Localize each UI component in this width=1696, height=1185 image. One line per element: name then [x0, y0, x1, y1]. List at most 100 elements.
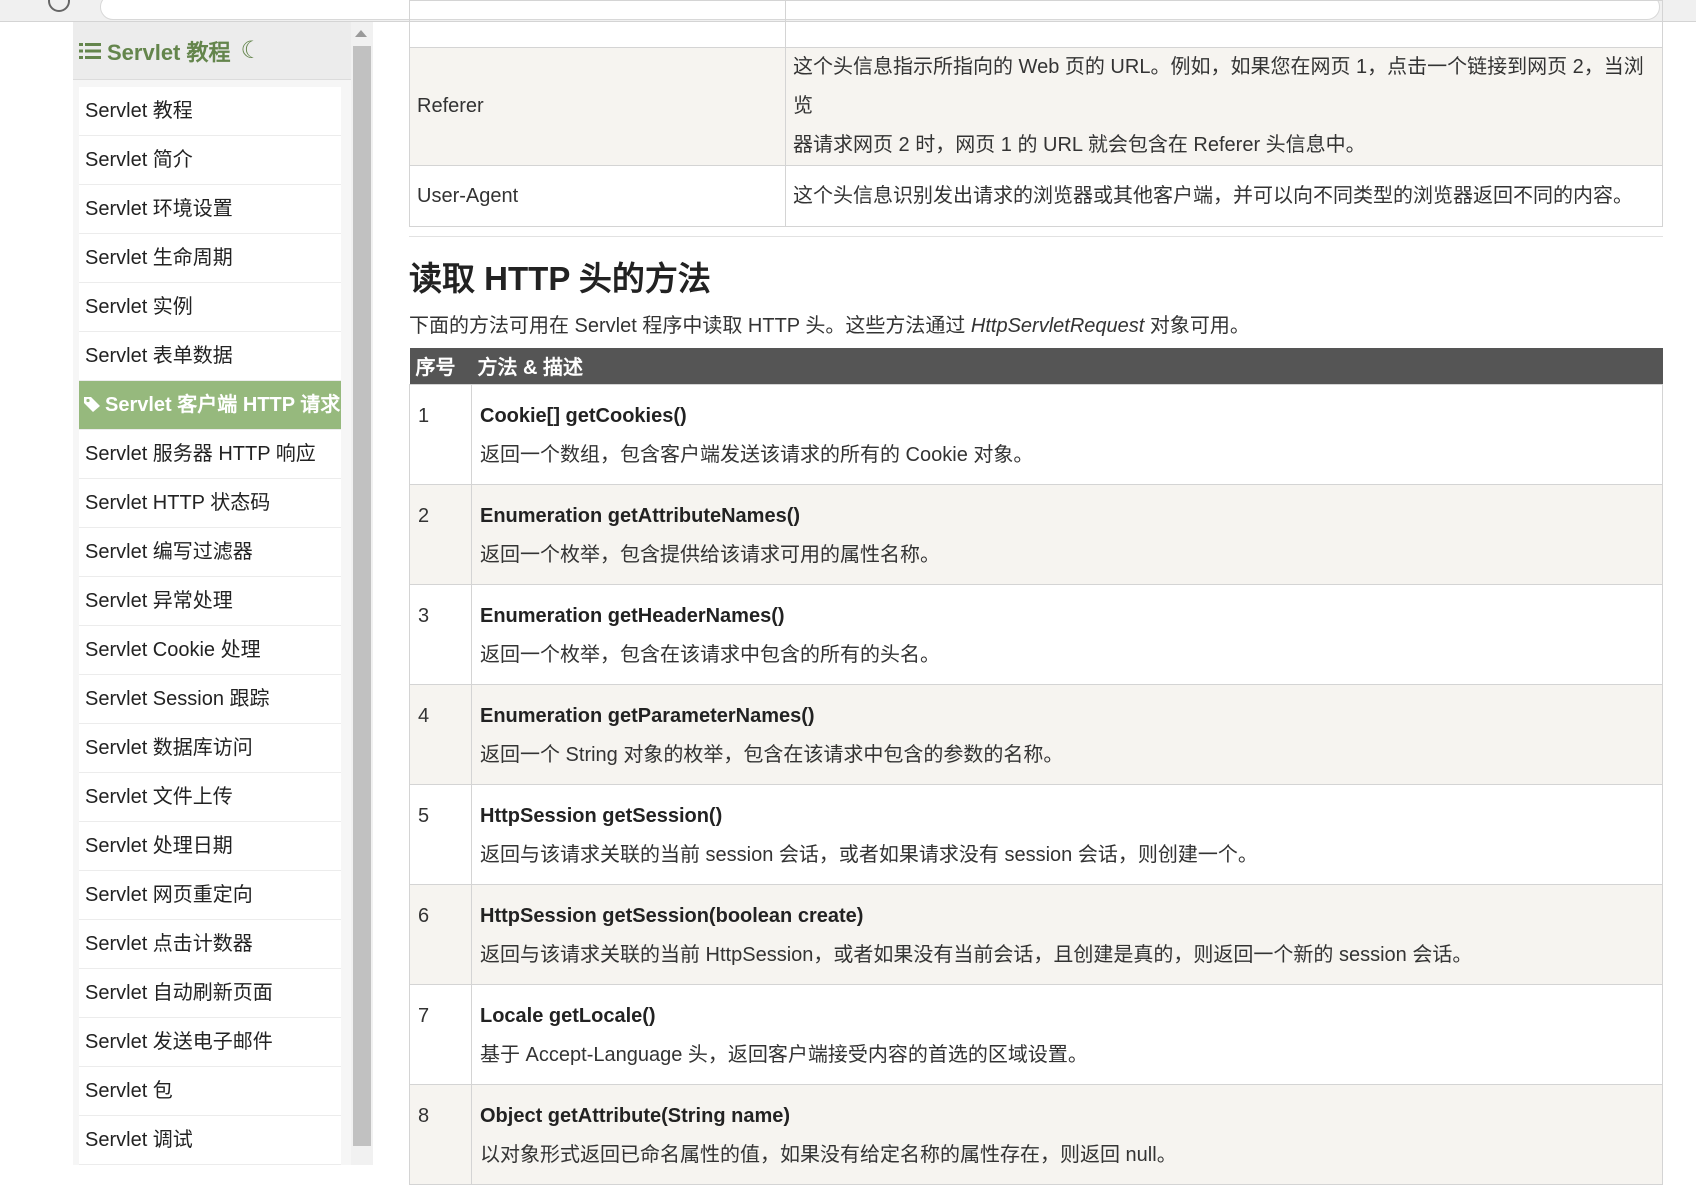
- methods-table: 序号 方法 & 描述 1 Cookie[] getCookies() 返回一个数组，…: [409, 348, 1663, 1185]
- sidebar-item-label: Servlet 表单数据: [85, 345, 233, 367]
- method-number: 5: [409, 783, 472, 885]
- method-cell: Enumeration getHeaderNames() 返回一个枚举，包含在该请…: [471, 583, 1663, 685]
- method-number: 4: [409, 683, 472, 785]
- sidebar-item[interactable]: Servlet 实例: [79, 283, 341, 332]
- method-number: 6: [409, 883, 472, 985]
- method-cell: Enumeration getParameterNames() 返回一个 Stri…: [471, 683, 1663, 785]
- sidebar-item[interactable]: Servlet 生命周期: [79, 234, 341, 283]
- intro-class-name: HttpServletRequest: [970, 315, 1145, 337]
- sidebar-item-label: Servlet 客户端 HTTP 请求: [105, 394, 341, 416]
- method-name: Enumeration getAttributeNames(): [480, 504, 801, 527]
- sidebar-item-label: Servlet 文件上传: [85, 786, 233, 808]
- header-desc: 这个头信息识别发出请求的浏览器或其他客户端，并可以向不同类型的浏览器返回不同的内…: [785, 165, 1663, 227]
- sidebar-item-label: Servlet 编写过滤器: [85, 541, 253, 563]
- method-name: HttpSession getSession(): [480, 804, 723, 827]
- table-row: [409, 0, 1663, 48]
- sidebar-header: Servlet 教程 ☾: [73, 22, 351, 80]
- method-cell: HttpSession getSession(boolean create) 返回…: [471, 883, 1663, 985]
- intro-text: 下面的方法可用在 Servlet 程序中读取 HTTP 头。这些方法通过: [409, 315, 971, 337]
- sidebar-item-label: Servlet HTTP 状态码: [85, 492, 271, 514]
- sidebar-item[interactable]: Servlet Cookie 处理: [79, 626, 341, 675]
- scroll-up-arrow-icon[interactable]: [355, 30, 367, 37]
- sidebar-item-label: Servlet 数据库访问: [85, 737, 253, 759]
- sidebar-item[interactable]: Servlet 数据库访问: [79, 724, 341, 773]
- sidebar-item-label: Servlet Session 跟踪: [85, 688, 270, 710]
- method-number: 1: [409, 383, 472, 485]
- sidebar-item-label: Servlet 调试: [85, 1129, 193, 1151]
- sidebar-item[interactable]: Servlet 调试: [79, 1116, 341, 1165]
- column-header-method: 方法 & 描述: [471, 348, 1663, 384]
- sidebar-item-label: Servlet 实例: [85, 296, 193, 318]
- sidebar-item[interactable]: Servlet 服务器 HTTP 响应: [79, 430, 341, 479]
- method-cell: Object getAttribute(String name) 以对象形式返回已…: [471, 1083, 1663, 1185]
- sidebar-item[interactable]: Servlet 简介: [79, 136, 341, 185]
- method-description: 返回与该请求关联的当前 session 会话，或者如果请求没有 session …: [480, 843, 1258, 866]
- sidebar-item-label: Servlet 网页重定向: [85, 884, 253, 906]
- sidebar-item[interactable]: Servlet 表单数据: [79, 332, 341, 381]
- method-description: 返回一个枚举，包含提供给该请求可用的属性名称。: [480, 543, 940, 566]
- method-description: 以对象形式返回已命名属性的值，如果没有给定名称的属性存在，则返回 null。: [480, 1143, 1177, 1166]
- sidebar-item[interactable]: Servlet 包: [79, 1067, 341, 1116]
- method-description: 基于 Accept-Language 头，返回客户端接受内容的首选的区域设置。: [480, 1043, 1088, 1066]
- sidebar-item[interactable]: Servlet 网页重定向: [79, 871, 341, 920]
- method-description: 返回一个枚举，包含在该请求中包含的所有的头名。: [480, 643, 940, 666]
- sidebar-item[interactable]: Servlet Session 跟踪: [79, 675, 341, 724]
- list-icon: [79, 42, 101, 59]
- method-cell: Enumeration getAttributeNames() 返回一个枚举，包含…: [471, 483, 1663, 585]
- header-desc-line: 器请求网页 2 时，网页 1 的 URL 就会包含在 Referer 头信息中。: [793, 134, 1366, 156]
- sidebar-item[interactable]: Servlet 教程: [79, 87, 341, 136]
- sidebar-item[interactable]: Servlet 编写过滤器: [79, 528, 341, 577]
- sidebar-item-label: Servlet 教程: [85, 100, 193, 122]
- sidebar-item-label: Servlet 环境设置: [85, 198, 233, 220]
- sidebar-item[interactable]: Servlet 点击计数器: [79, 920, 341, 969]
- sidebar-item-label: Servlet 处理日期: [85, 835, 233, 857]
- header-desc-line: 这个头信息指示所指向的 Web 页的 URL。例如，如果您在网页 1，点击一个链…: [793, 56, 1644, 117]
- sidebar: Servlet 教程 ☾ Servlet 教程 Servlet 简介 Servlet…: [73, 22, 351, 1165]
- sidebar-item[interactable]: Servlet 文件上传: [79, 773, 341, 822]
- table-row: 1 Cookie[] getCookies() 返回一个数组，包含客户端发送该请求的…: [409, 383, 1663, 485]
- moon-icon[interactable]: ☾: [241, 36, 263, 65]
- sidebar-nav: Servlet 教程 Servlet 简介 Servlet 环境设置 Servlet …: [79, 87, 341, 1165]
- http-header-table: Referer 这个头信息指示所指向的 Web 页的 URL。例如，如果您在网页…: [409, 0, 1663, 227]
- table-row: User-Agent 这个头信息识别发出请求的浏览器或其他客户端，并可以向不同类…: [409, 165, 1663, 227]
- method-cell: HttpSession getSession() 返回与该请求关联的当前 sess…: [471, 783, 1663, 885]
- header-name: User-Agent: [409, 165, 786, 227]
- method-name: Object getAttribute(String name): [480, 1104, 791, 1127]
- sidebar-scrollbar-thumb[interactable]: [353, 46, 371, 1146]
- intro-text: 对象可用。: [1144, 315, 1250, 337]
- sidebar-item[interactable]: Servlet HTTP 状态码: [79, 479, 341, 528]
- method-number: 8: [409, 1083, 472, 1185]
- sidebar-item[interactable]: Servlet 异常处理: [79, 577, 341, 626]
- sidebar-item-label: Servlet 点击计数器: [85, 933, 253, 955]
- method-name: HttpSession getSession(boolean create): [480, 904, 864, 927]
- method-number: 2: [409, 483, 472, 585]
- table-row: 7 Locale getLocale() 基于 Accept-Language 头，…: [409, 983, 1663, 1085]
- sidebar-item[interactable]: Servlet 发送电子邮件: [79, 1018, 341, 1067]
- method-name: Enumeration getParameterNames(): [480, 704, 815, 727]
- divider: [409, 236, 1663, 237]
- method-cell: Locale getLocale() 基于 Accept-Language 头，返…: [471, 983, 1663, 1085]
- sidebar-item-label: Servlet Cookie 处理: [85, 639, 261, 661]
- main-content: Referer 这个头信息指示所指向的 Web 页的 URL。例如，如果您在网页…: [409, 0, 1663, 1185]
- method-name: Enumeration getHeaderNames(): [480, 604, 785, 627]
- sidebar-item[interactable]: Servlet 客户端 HTTP 请求: [79, 381, 341, 430]
- header-name: Referer: [409, 47, 786, 166]
- reload-icon[interactable]: [48, 0, 70, 12]
- sidebar-item-label: Servlet 生命周期: [85, 247, 233, 269]
- sidebar-item[interactable]: Servlet 处理日期: [79, 822, 341, 871]
- method-description: 返回与该请求关联的当前 HttpSession，或者如果没有当前会话，且创建是真…: [480, 943, 1473, 966]
- sidebar-item-label: Servlet 服务器 HTTP 响应: [85, 443, 316, 465]
- section-intro: 下面的方法可用在 Servlet 程序中读取 HTTP 头。这些方法通过 Htt…: [409, 309, 1250, 338]
- sidebar-item[interactable]: Servlet 自动刷新页面: [79, 969, 341, 1018]
- tag-icon: [83, 381, 101, 429]
- method-name: Locale getLocale(): [480, 1004, 656, 1027]
- table-row: 5 HttpSession getSession() 返回与该请求关联的当前 ses…: [409, 783, 1663, 885]
- table-cell: [409, 0, 786, 48]
- method-number: 7: [409, 983, 472, 1085]
- sidebar-item-label: Servlet 包: [85, 1080, 173, 1102]
- table-row: Referer 这个头信息指示所指向的 Web 页的 URL。例如，如果您在网页…: [409, 47, 1663, 166]
- table-row: 8 Object getAttribute(String name) 以对象形式返回…: [409, 1083, 1663, 1185]
- method-description: 返回一个 String 对象的枚举，包含在该请求中包含的参数的名称。: [480, 743, 1064, 766]
- sidebar-item[interactable]: Servlet 环境设置: [79, 185, 341, 234]
- table-cell: [785, 0, 1663, 48]
